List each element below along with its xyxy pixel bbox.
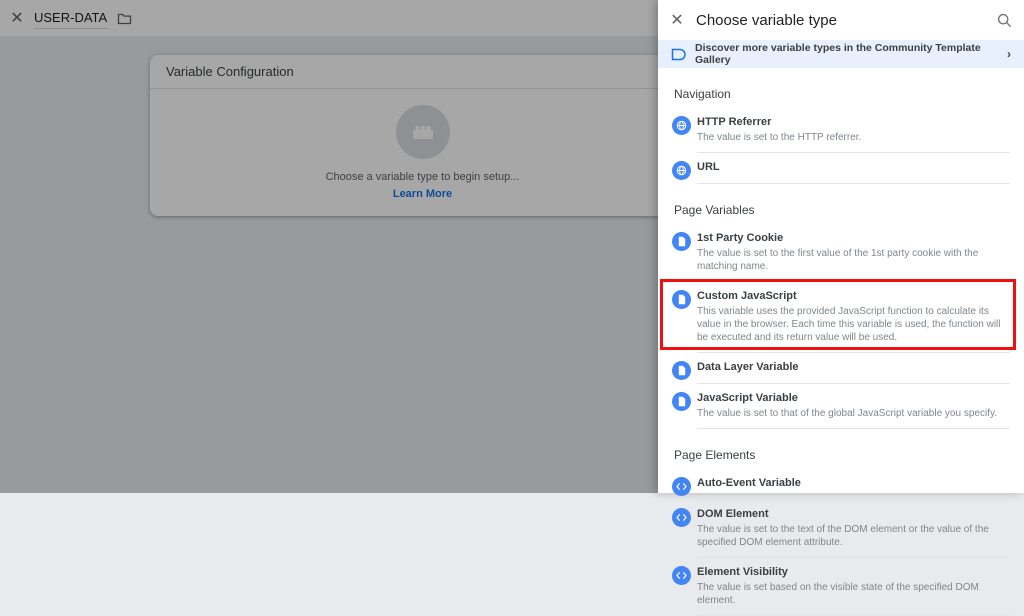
variable-type-1st-party-cookie[interactable]: 1st Party Cookie The value is set to the… [658, 224, 1024, 282]
template-gallery-icon [671, 48, 695, 61]
variable-type-description: The value is set to the text of the DOM … [697, 524, 989, 548]
variable-type-description: The value is set based on the visible st… [697, 582, 979, 606]
variable-type-title: URL [697, 161, 720, 173]
variable-type-http-referrer[interactable]: HTTP Referrer The value is set to the HT… [658, 108, 1024, 153]
globe-icon [672, 161, 691, 180]
file-icon [672, 361, 691, 380]
file-icon [672, 232, 691, 251]
banner-text: Discover more variable types in the Comm… [695, 42, 981, 66]
variable-type-title: JavaScript Variable [697, 392, 798, 404]
code-icon [672, 566, 691, 585]
choose-variable-type-panel: ✕ Choose variable type Discover more var… [658, 0, 1024, 616]
variable-type-element-visibility[interactable]: Element Visibility The value is set base… [658, 558, 1024, 616]
community-gallery-banner[interactable]: Discover more variable types in the Comm… [658, 40, 1024, 68]
variable-type-title: DOM Element [697, 508, 769, 520]
panel-title: Choose variable type [696, 11, 837, 29]
variable-type-dom-element[interactable]: DOM Element The value is set to the text… [658, 500, 1024, 558]
variable-type-auto-event-variable[interactable]: Auto-Event Variable [658, 469, 1024, 500]
variable-type-data-layer-variable[interactable]: Data Layer Variable [658, 353, 1024, 384]
code-icon [672, 477, 691, 496]
variable-type-description: The value is set to that of the global J… [697, 408, 997, 419]
variable-type-title: 1st Party Cookie [697, 232, 784, 244]
variable-type-custom-javascript[interactable]: Custom JavaScript This variable uses the… [658, 279, 1024, 353]
variable-type-title: Element Visibility [697, 566, 788, 578]
section-header-page-variables: Page Variables [674, 203, 755, 217]
chevron-right-icon: › [1007, 47, 1011, 61]
modal-dim-overlay [0, 0, 659, 493]
search-icon[interactable] [984, 13, 1024, 28]
divider [697, 183, 1010, 184]
code-icon [672, 508, 691, 527]
section-header-navigation: Navigation [674, 87, 731, 101]
globe-icon [672, 116, 691, 135]
variable-type-title: Auto-Event Variable [697, 477, 801, 489]
divider [697, 428, 1010, 429]
file-icon [672, 290, 691, 309]
file-icon [672, 392, 691, 411]
section-header-page-elements: Page Elements [674, 448, 756, 462]
variable-type-description: This variable uses the provided JavaScri… [697, 306, 1001, 343]
panel-close-icon[interactable]: ✕ [658, 10, 696, 30]
variable-type-javascript-variable[interactable]: JavaScript Variable The value is set to … [658, 384, 1024, 429]
variable-type-url[interactable]: URL [658, 153, 1024, 184]
variable-type-title: HTTP Referrer [697, 116, 772, 128]
variable-type-description: The value is set to the first value of t… [697, 248, 979, 272]
variable-type-title: Custom JavaScript [697, 290, 797, 302]
panel-header: ✕ Choose variable type [658, 0, 1024, 40]
variable-type-title: Data Layer Variable [697, 361, 799, 373]
variable-type-description: The value is set to the HTTP referrer. [697, 132, 862, 143]
